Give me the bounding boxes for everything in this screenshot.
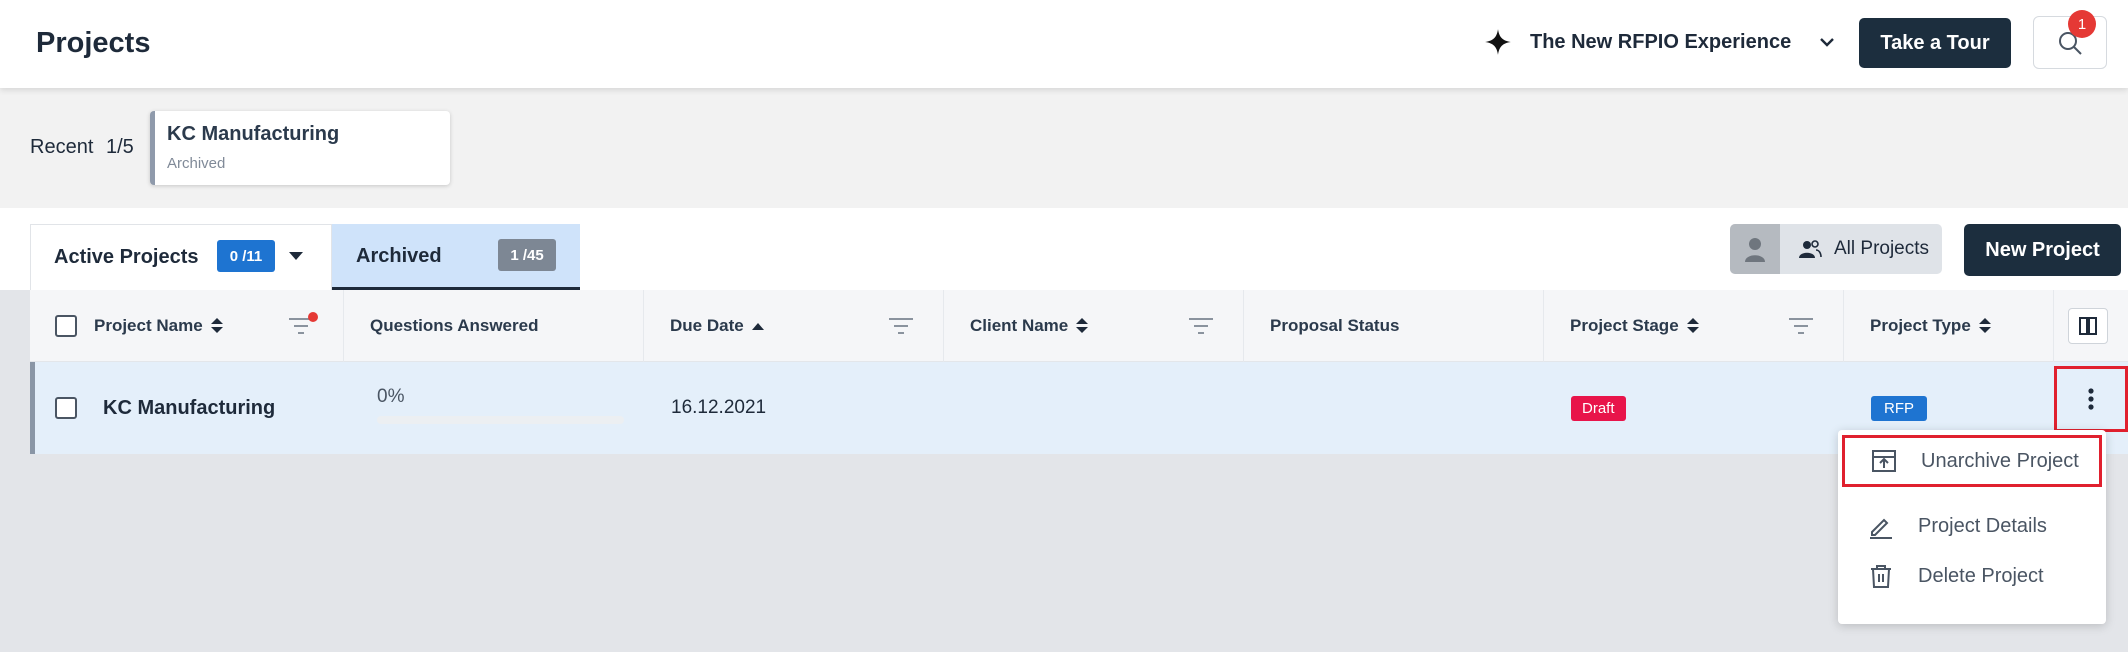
all-projects-filter[interactable]: All Projects <box>1730 224 1942 274</box>
filter-icon[interactable] <box>888 317 914 335</box>
new-project-button[interactable]: New Project <box>1964 224 2121 276</box>
column-header-label: Project Type <box>1870 316 1971 335</box>
sort-icon[interactable] <box>1978 318 1991 334</box>
recent-project-card[interactable]: KC Manufacturing Archived <box>150 111 450 185</box>
tab-label: Archived <box>356 245 442 267</box>
tab-count-badge: 0 /11 <box>217 240 275 272</box>
table-header: Project Name Questions Answered Due Date… <box>30 290 2128 362</box>
progress-percent: 0% <box>377 386 405 407</box>
column-settings-button[interactable] <box>2068 308 2108 344</box>
pencil-icon <box>1870 518 1892 539</box>
recent-count: 1/5 <box>106 136 134 158</box>
recent-card-status: Archived <box>167 155 226 172</box>
column-project-name[interactable]: Project Name <box>30 290 344 362</box>
take-a-tour-button[interactable]: Take a Tour <box>1859 18 2011 68</box>
sparkle-icon <box>1485 29 1511 55</box>
menu-item-project-details[interactable]: Project Details <box>1838 500 2106 552</box>
column-proposal-status[interactable]: Proposal Status <box>1244 290 1544 362</box>
stage-badge: Draft <box>1571 395 1626 421</box>
type-badge: RFP <box>1871 395 1927 421</box>
filter-icon[interactable] <box>1188 317 1214 335</box>
column-header-label: Project Name <box>94 316 203 335</box>
column-project-type[interactable]: Project Type <box>1844 290 2054 362</box>
recent-label: Recent <box>30 136 94 158</box>
sort-icon[interactable] <box>210 318 223 334</box>
progress-bar <box>377 416 624 424</box>
column-header-label: Questions Answered <box>370 316 539 335</box>
column-header-label: Due Date <box>670 316 744 335</box>
column-client-name[interactable]: Client Name <box>944 290 1244 362</box>
column-due-date[interactable]: Due Date <box>644 290 944 362</box>
row-actions-menu: Unarchive Project Project Details Delete… <box>1838 430 2106 624</box>
questions-answered-progress: 0% <box>377 386 624 424</box>
experience-label: The New RFPIO Experience <box>1530 30 1792 53</box>
row-due-date: 16.12.2021 <box>671 397 767 418</box>
sort-icon[interactable] <box>1686 318 1699 334</box>
stage-cell: Draft <box>1571 362 1626 454</box>
tab-active-projects[interactable]: Active Projects 0 /11 <box>30 224 332 290</box>
column-header-label: Client Name <box>970 316 1069 335</box>
user-icon <box>1745 238 1765 262</box>
user-avatar[interactable] <box>1730 224 1780 274</box>
column-header-label: Project Stage <box>1570 316 1679 335</box>
notification-badge: 1 <box>2068 10 2096 38</box>
column-questions-answered[interactable]: Questions Answered <box>344 290 644 362</box>
select-all-checkbox[interactable] <box>55 315 77 337</box>
people-icon <box>1799 240 1822 258</box>
chevron-down-icon <box>1820 38 1835 47</box>
tab-archived[interactable]: Archived 1 /45 <box>332 224 580 290</box>
row-actions-button[interactable] <box>2054 366 2128 432</box>
unarchive-icon <box>1872 450 1896 472</box>
menu-item-label: Delete Project <box>1918 564 2044 587</box>
menu-item-label: Unarchive Project <box>1921 449 2079 472</box>
trash-icon <box>1871 565 1891 588</box>
column-project-stage[interactable]: Project Stage <box>1544 290 1844 362</box>
recent-card-name: KC Manufacturing <box>167 123 340 145</box>
caret-down-icon[interactable] <box>289 252 303 260</box>
menu-item-label: Project Details <box>1918 514 2047 537</box>
tab-count-badge: 1 /45 <box>498 239 556 271</box>
columns-icon <box>2079 317 2097 335</box>
more-vertical-icon <box>2088 388 2094 410</box>
page-title: Projects <box>36 27 151 59</box>
filter-icon[interactable] <box>1788 317 1814 335</box>
experience-switcher[interactable]: The New RFPIO Experience <box>1484 28 1837 56</box>
sort-ascending-icon[interactable] <box>751 322 764 330</box>
column-header-label: Proposal Status <box>1270 316 1400 335</box>
app-header: Projects The New RFPIO Experience Take a… <box>0 0 2128 88</box>
menu-item-unarchive[interactable]: Unarchive Project <box>1842 435 2102 487</box>
sort-icon[interactable] <box>1076 318 1089 334</box>
row-checkbox[interactable] <box>55 397 77 419</box>
menu-item-delete-project[interactable]: Delete Project <box>1838 550 2106 602</box>
row-project-name[interactable]: KC Manufacturing <box>103 362 275 454</box>
filter-active-dot <box>308 312 318 322</box>
all-projects-label: All Projects <box>1834 238 1930 259</box>
tab-label: Active Projects <box>54 246 199 268</box>
table-row[interactable]: KC Manufacturing 0% 16.12.2021 Draft RFP <box>30 362 2128 454</box>
row-checkbox-cell[interactable] <box>55 362 77 454</box>
